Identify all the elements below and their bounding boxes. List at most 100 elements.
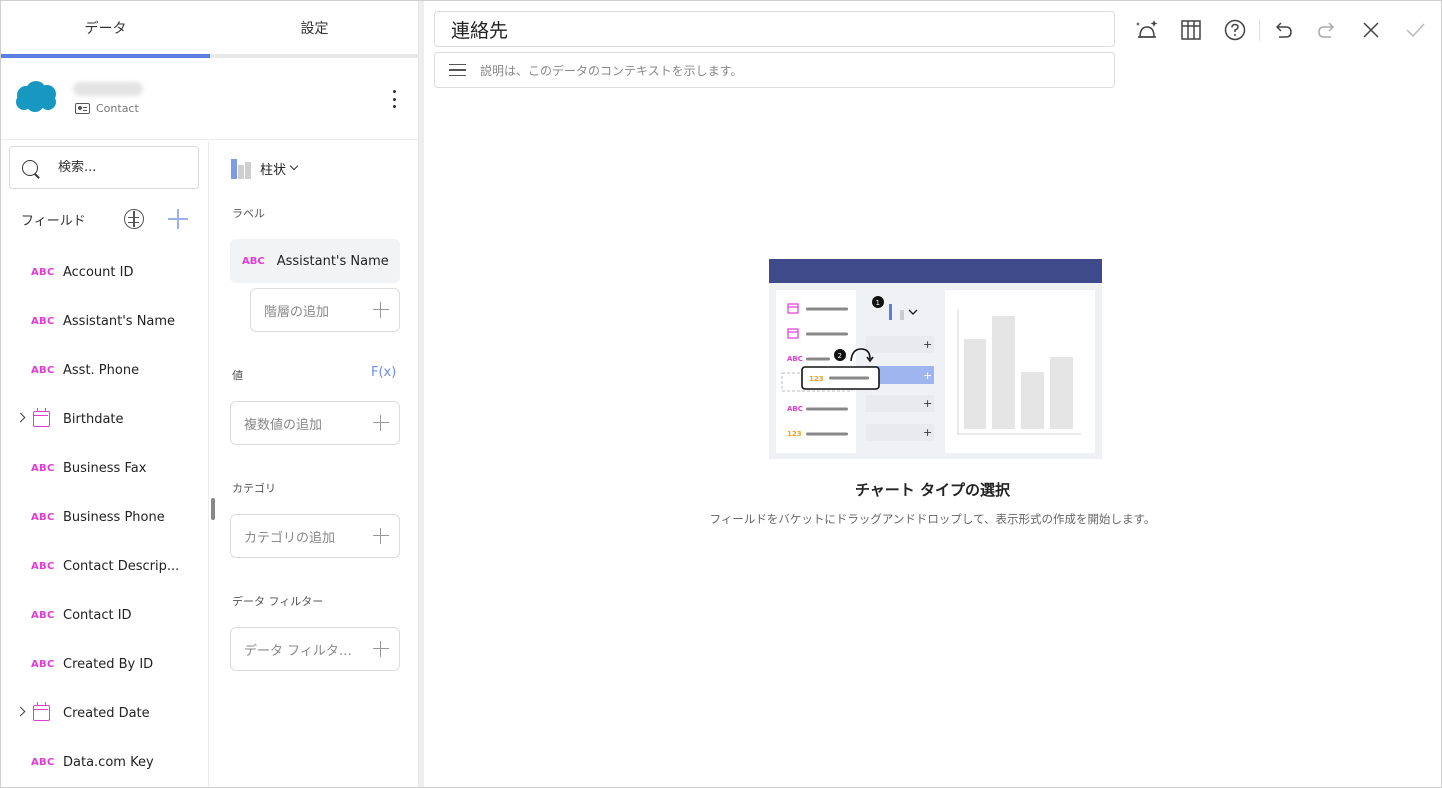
editor-toolbar [1134,17,1434,45]
ai-insights-icon[interactable] [1134,17,1160,43]
data-source-header: Contact [1,58,419,140]
chevron-down-icon [289,161,299,171]
description-input[interactable]: 説明は、このデータのコンテキストを示します。 [434,52,1115,88]
add-hierarchy-slot[interactable]: 階層の追加 [250,288,400,332]
svg-text:+: + [923,369,932,382]
field-name: Assistant's Name [63,314,176,329]
field-item[interactable]: ABC Created By ID [1,640,208,689]
add-values-slot[interactable]: 複数値の追加 [230,401,400,445]
source-name-redacted [73,82,143,96]
toolbar-separator [1259,19,1260,41]
field-name: Created Date [63,706,150,721]
redo-icon[interactable] [1314,17,1340,43]
help-icon[interactable] [1222,17,1248,43]
field-name: Data.com Key [63,755,154,770]
salesforce-cloud-icon [16,81,56,112]
plus-icon [373,302,389,318]
panel-tabs: データ 設定 [1,1,419,58]
undo-icon[interactable] [1270,17,1296,43]
illustration-abc-2: ABC [787,405,803,413]
add-hierarchy-label: 階層の追加 [264,304,330,320]
field-name: Birthdate [63,412,124,427]
illustration-step-1: 1 [876,299,880,307]
plus-icon [373,528,389,544]
illustration-num-2: 123 [787,430,802,438]
formula-button[interactable]: F(x) [371,365,396,380]
visualization-title-input[interactable]: 連絡先 [434,11,1115,47]
search-box[interactable] [9,146,199,189]
source-object: Contact [75,102,139,115]
filter-section-title: データ フィルター [232,595,324,608]
svg-text:+: + [923,397,932,410]
description-icon [449,64,466,76]
chart-type-selector[interactable]: 柱状 [230,157,299,179]
label-field-name: Assistant's Name [276,253,389,269]
illustration-banner [769,259,1102,283]
text-type-badge: ABC [31,463,55,474]
category-section-title: カテゴリ [232,482,276,495]
plus-icon [373,415,389,431]
chevron-right-icon[interactable] [15,706,26,717]
search-icon [22,159,38,176]
field-item[interactable]: ABC Business Phone [1,493,208,542]
text-type-badge: ABC [31,267,55,278]
tab-data[interactable]: データ [1,1,210,54]
field-item[interactable]: Birthdate [1,395,208,444]
calendar-icon [33,408,50,427]
field-item[interactable]: ABC Account ID [1,248,208,297]
plus-icon [373,641,389,657]
label-field-pill[interactable]: ABC Assistant's Name [230,239,400,283]
text-type-badge: ABC [31,610,55,621]
field-name: Business Phone [63,510,165,525]
left-panel: データ 設定 Contact フィールド [1,1,419,787]
field-name: Business Fax [63,461,147,476]
field-name: Asst. Phone [63,363,140,378]
confirm-check-icon[interactable] [1402,17,1428,43]
field-name: Contact Descrip... [63,559,180,574]
field-list: ABC Account ID ABC Assistant's Name ABC Asst.… [1,248,208,787]
fields-column: フィールド ABCAccount IDABCAssistant's NameAB… [1,141,209,787]
text-type-badge: ABC [242,255,265,267]
bar-chart-icon [230,157,252,179]
contact-card-icon [75,103,90,114]
field-item[interactable]: Created Date [1,689,208,738]
calendar-icon [33,702,50,721]
field-item[interactable]: ABC Contact ID [1,591,208,640]
add-filter-slot[interactable]: データ フィルターの追... [230,627,400,671]
text-type-badge: ABC [31,757,55,768]
empty-state-subtitle: フィールドをバケットにドラッグアンドドロップして、表示形式の作成を開始します。 [709,512,1156,526]
text-type-badge: ABC [31,561,55,572]
close-icon[interactable] [1358,17,1384,43]
chevron-right-icon[interactable] [15,412,26,423]
add-category-slot[interactable]: カテゴリの追加 [230,514,400,558]
tab-settings[interactable]: 設定 [210,1,419,54]
search-input[interactable] [58,160,178,175]
chart-type-label: 柱状 [260,162,287,178]
illustration-step-2: 2 [838,352,842,360]
illustration-dragged: 123 [809,375,824,383]
field-item[interactable]: ABC Assistant's Name [1,297,208,346]
chart-type-illustration: ABC ABC 123 1 + + + + 123 2 [769,259,1102,459]
text-type-badge: ABC [31,512,55,523]
field-item[interactable]: ABC Asst. Phone [1,346,208,395]
illustration-abc-1: ABC [787,355,803,363]
more-options-icon[interactable] [387,88,401,110]
add-category-label: カテゴリの追加 [244,530,336,546]
source-object-label: Contact [96,102,139,115]
field-name: Account ID [63,265,134,280]
brain-icon[interactable] [124,209,144,229]
description-placeholder: 説明は、このデータのコンテキストを示します。 [480,63,743,78]
field-item[interactable]: ABC Business Fax [1,444,208,493]
text-type-badge: ABC [31,316,55,327]
field-name: Contact ID [63,608,132,623]
add-field-icon[interactable] [167,208,189,230]
fields-header: フィールド [21,207,191,231]
values-section-title: 値 [232,369,243,382]
field-item[interactable]: ABC Contact Descrip... [1,542,208,591]
field-item[interactable]: ABC Data.com Key [1,738,208,787]
table-view-icon[interactable] [1178,17,1204,43]
svg-text:+: + [923,426,932,439]
add-filter-label: データ フィルターの追... [244,643,364,659]
field-name: Created By ID [63,657,154,672]
text-type-badge: ABC [31,659,55,670]
